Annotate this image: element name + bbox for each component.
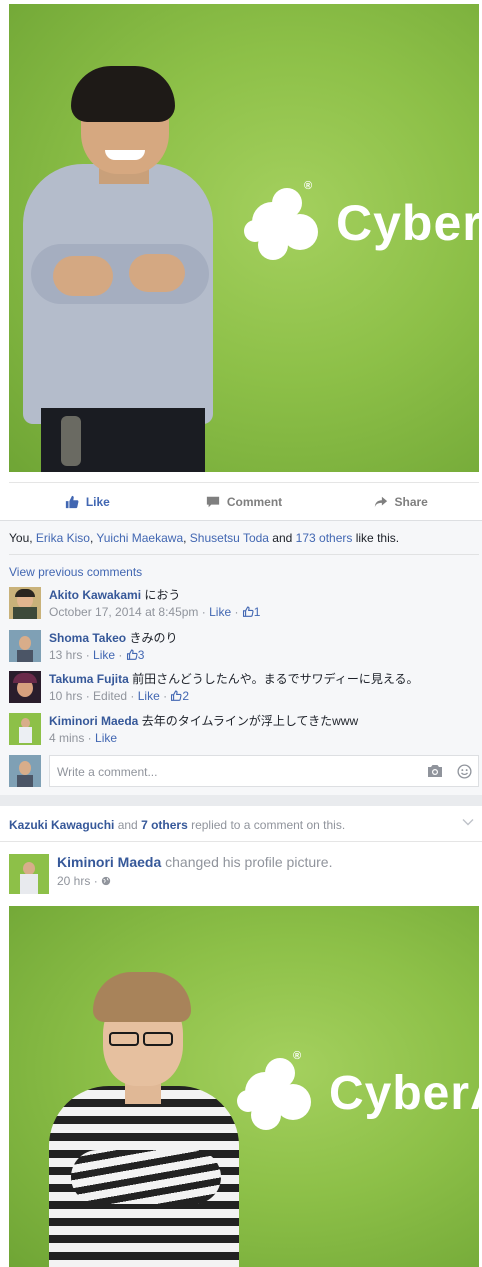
comment-like-link[interactable]: Like [93, 648, 115, 662]
comment-icon [206, 496, 219, 507]
liker-link[interactable]: Shusetsu Toda [190, 531, 269, 545]
comment-like-count[interactable]: 3 [138, 648, 145, 662]
comment-author[interactable]: Akito Kawakami [49, 588, 141, 602]
cyberagent-logo: ® CyberA [235, 1050, 479, 1132]
globe-icon[interactable] [101, 876, 111, 886]
comment-like-count[interactable]: 2 [182, 689, 189, 703]
avatar[interactable] [9, 630, 41, 662]
post-actions-bar: Like Comment Share [9, 482, 479, 520]
view-previous-comments-link[interactable]: View previous comments [9, 565, 142, 579]
others-link[interactable]: 173 others [296, 531, 353, 545]
comment-author[interactable]: Kiminori Maeda [49, 714, 138, 728]
comment-item: Takuma Fujita 前田さんどうしたんや。まるでサワディーに見える。 1… [9, 671, 479, 705]
my-avatar [9, 755, 41, 787]
comment-author[interactable]: Takuma Fujita [49, 672, 129, 686]
divider [9, 554, 479, 555]
comment-edited-label[interactable]: Edited [93, 689, 127, 703]
share-icon [374, 496, 387, 507]
like-label: Like [85, 494, 110, 509]
comment-item: Shoma Takeo きみのり 13 hrs · Like · 3 [9, 630, 479, 664]
thumbs-up-icon [242, 606, 254, 617]
replier-link[interactable]: Kazuki Kawaguchi [9, 818, 114, 832]
liker-link[interactable]: Yuichi Maekawa [96, 531, 183, 545]
post-header: Kiminori Maeda changed his profile pictu… [9, 854, 479, 894]
comment-timestamp[interactable]: 10 hrs [49, 689, 82, 703]
avatar[interactable] [9, 671, 41, 703]
comment-label: Comment [226, 494, 283, 509]
comment-item: Kiminori Maeda 去年のタイムラインが浮上してきたwww 4 min… [9, 713, 479, 747]
post-action-text: changed his profile picture. [161, 854, 333, 870]
comment-timestamp[interactable]: 13 hrs [49, 648, 82, 662]
comment-meta: 10 hrs · Edited · Like · 2 [49, 689, 190, 703]
comment-timestamp[interactable]: October 17, 2014 at 8:45pm [49, 605, 198, 619]
comment-meta: 13 hrs · Like · 3 [49, 648, 145, 662]
comment-like-link[interactable]: Like [95, 731, 117, 745]
likes-summary: You, Erika Kiso, Yuichi Maekawa, Shusets… [9, 531, 400, 545]
reply-notice: Kazuki Kawaguchi and 7 others replied to… [0, 806, 482, 842]
comment-body: 前田さんどうしたんや。まるでサワディーに見える。 [132, 672, 419, 686]
avatar[interactable] [9, 587, 41, 619]
cyberagent-logo: ® CyberA [242, 180, 479, 262]
comment-timestamp[interactable]: 4 mins [49, 731, 84, 745]
camera-icon[interactable] [427, 764, 443, 778]
comment-meta: 4 mins · Like [49, 731, 118, 745]
post-photo[interactable]: ® CyberA [9, 4, 479, 472]
share-button[interactable]: Share [322, 495, 479, 509]
like-button[interactable]: Like [9, 495, 166, 509]
comment-body: 去年のタイムラインが浮上してきたwww [141, 714, 359, 728]
avatar[interactable] [9, 713, 41, 745]
thumbs-up-icon [65, 495, 79, 508]
post-time[interactable]: 20 hrs [57, 874, 90, 888]
share-label: Share [394, 494, 428, 509]
write-comment-row: Write a comment... [9, 755, 479, 787]
comments-section: You, Erika Kiso, Yuichi Maekawa, Shusets… [0, 520, 482, 795]
comment-item: Akito Kawakami におう October 17, 2014 at 8… [9, 587, 479, 621]
comment-like-count[interactable]: 1 [254, 605, 261, 619]
comment-button[interactable]: Comment [166, 495, 323, 509]
feed-post-1: ® CyberA Like Comment Share [0, 0, 482, 795]
others-link[interactable]: 7 others [141, 818, 188, 832]
thumbs-up-icon [126, 649, 138, 660]
author-avatar[interactable] [9, 854, 49, 894]
comment-like-link[interactable]: Like [209, 605, 231, 619]
post-author[interactable]: Kiminori Maeda [57, 854, 161, 870]
liker-link[interactable]: Erika Kiso [36, 531, 90, 545]
comment-like-link[interactable]: Like [138, 689, 160, 703]
comment-input-placeholder: Write a comment... [57, 765, 158, 779]
comment-body: におう [144, 588, 181, 602]
comment-author[interactable]: Shoma Takeo [49, 631, 126, 645]
comment-body: きみのり [129, 631, 178, 645]
chevron-down-icon[interactable] [462, 816, 474, 828]
thumbs-up-icon [171, 690, 182, 701]
comment-input[interactable]: Write a comment... [49, 755, 479, 787]
profile-photo[interactable]: ® CyberA [9, 906, 479, 1267]
emoji-icon[interactable] [457, 764, 472, 779]
comment-meta: October 17, 2014 at 8:45pm · Like · 1 [49, 605, 261, 619]
feed-post-2: Kazuki Kawaguchi and 7 others replied to… [0, 806, 482, 1267]
